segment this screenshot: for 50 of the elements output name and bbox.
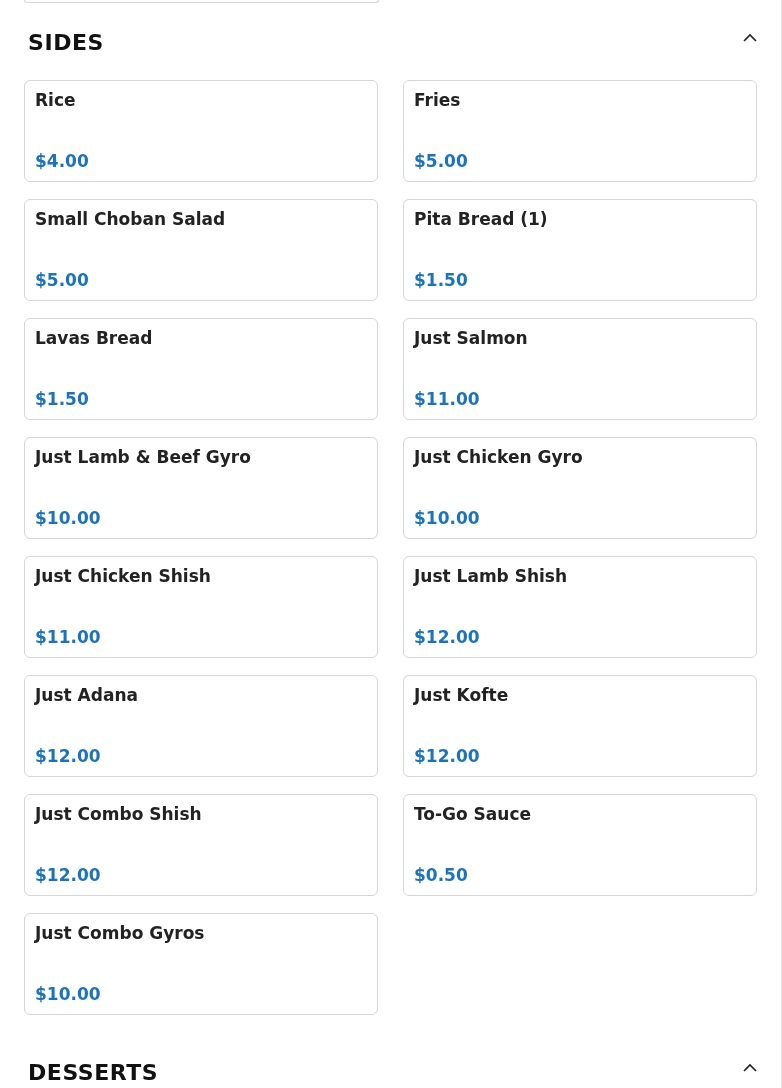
item-name: Just Chicken Shish [35,566,212,586]
item-price: $12.00 [414,746,481,766]
menu-item-card[interactable]: Rice $4.00 [24,80,378,182]
menu-item-card[interactable] [24,0,379,3]
item-name: Just Combo Gyros [35,923,206,943]
item-name: Pita Bread (1) [414,209,549,229]
item-price: $12.00 [35,746,102,766]
item-name: Fries [414,90,462,110]
menu-item-card[interactable]: Fries $5.00 [403,80,757,182]
menu-item-card[interactable]: Just Combo Gyros $10.00 [24,913,378,1015]
menu-item-card[interactable]: Just Adana $12.00 [24,675,378,777]
menu-item-card[interactable]: Just Combo Shish $12.00 [24,794,378,896]
item-name: Just Combo Shish [35,804,203,824]
menu-item-card[interactable]: Small Choban Salad $5.00 [24,199,378,301]
item-name: Just Salmon [414,328,529,348]
item-price: $5.00 [35,270,90,290]
item-price: $1.50 [35,389,90,409]
item-price: $10.00 [414,508,481,528]
item-name: Lavas Bread [35,328,154,348]
item-name: To-Go Sauce [414,804,533,824]
item-name: Small Choban Salad [35,209,227,229]
item-name: Just Chicken Gyro [414,447,584,467]
item-name: Just Lamb Shish [414,566,569,586]
menu-item-card[interactable]: Just Salmon $11.00 [403,318,757,420]
menu-item-card[interactable]: To-Go Sauce $0.50 [403,794,757,896]
menu-item-card[interactable]: Just Chicken Shish $11.00 [24,556,378,658]
item-price: $11.00 [414,389,481,409]
menu-item-card[interactable]: Just Lamb Shish $12.00 [403,556,757,658]
item-price: $10.00 [35,984,102,1004]
menu-item-card[interactable]: Just Chicken Gyro $10.00 [403,437,757,539]
menu-item-card[interactable]: Just Lamb & Beef Gyro $10.00 [24,437,378,539]
item-name: Just Kofte [414,685,510,705]
item-price: $11.00 [35,627,102,647]
item-name: Just Lamb & Beef Gyro [35,447,252,467]
item-price: $5.00 [414,151,469,171]
item-price: $12.00 [35,865,102,885]
section-header[interactable]: SIDES [24,3,757,59]
menu-item-card[interactable]: Just Kofte $12.00 [403,675,757,777]
item-price: $1.50 [414,270,469,290]
section-header[interactable]: DESSERTS [24,1033,757,1088]
chevron-up-icon [743,32,757,42]
item-price: $12.00 [414,627,481,647]
menu-item-card[interactable]: Lavas Bread $1.50 [24,318,378,420]
menu-item-card[interactable]: Pita Bread (1) $1.50 [403,199,757,301]
item-price: $10.00 [35,508,102,528]
item-name: Rice [35,90,77,110]
item-price: $4.00 [35,151,90,171]
item-name: Just Adana [35,685,139,705]
item-price: $0.50 [414,865,469,885]
chevron-up-icon [743,1062,757,1072]
